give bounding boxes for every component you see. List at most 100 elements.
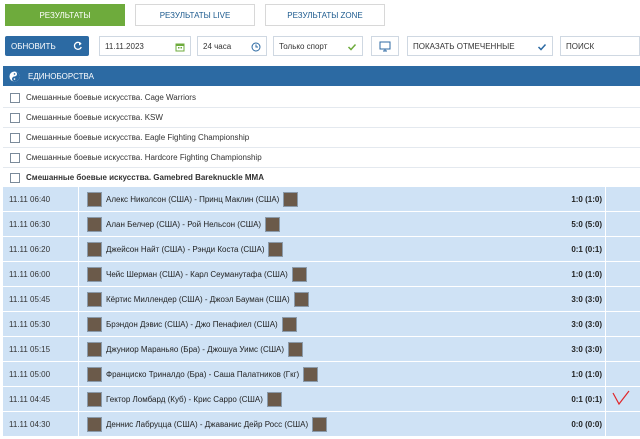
event-match[interactable]: Брэндон Дэвис (США) - Джо Пенафиел (США) xyxy=(83,315,301,333)
category-item[interactable]: Смешанные боевые искусства. Eagle Fighti… xyxy=(3,128,640,148)
event-time: 11.11 05:15 xyxy=(9,345,51,354)
date-picker[interactable]: 11.11.2023 xyxy=(99,36,191,56)
event-score: 1:0 (1:0) xyxy=(571,195,602,204)
fighter-avatar xyxy=(288,341,304,357)
fighter-avatar xyxy=(87,316,102,332)
search-placeholder: ПОИСК xyxy=(566,41,595,51)
fighter-avatar xyxy=(265,216,281,232)
category-label: Смешанные боевые искусства. KSW xyxy=(26,113,163,122)
fighter-avatar xyxy=(87,391,102,407)
table-row[interactable]: 11.11 05:45 Кёртис Миллендер (США) - Джо… xyxy=(3,287,640,312)
category-checkbox[interactable] xyxy=(10,172,20,183)
event-time: 11.11 04:30 xyxy=(9,420,51,429)
match-name: Франциско Триналдо (Бра) - Саша Палатник… xyxy=(106,369,300,379)
event-list: 11.11 06:40 Алекс Николсон (США) - Принц… xyxy=(3,187,640,437)
category-checkbox[interactable] xyxy=(10,132,20,143)
category-label: Смешанные боевые искусства. Cage Warrior… xyxy=(26,93,196,102)
category-item[interactable]: Смешанные боевые искусства. Cage Warrior… xyxy=(3,88,640,108)
monitor-icon xyxy=(379,41,391,51)
table-row[interactable]: 11.11 05:15 Джуниор Мараньяо (Бра) - Джо… xyxy=(3,337,640,362)
event-time: 11.11 06:00 xyxy=(9,270,51,279)
calendar-icon xyxy=(175,43,185,52)
table-row[interactable]: 11.11 05:30 Брэндон Дэвис (США) - Джо Пе… xyxy=(3,312,640,337)
event-match[interactable]: Алан Белчер (США) - Рой Нельсон (США) xyxy=(83,215,284,233)
column-divider xyxy=(78,412,79,436)
event-time: 11.11 04:45 xyxy=(9,395,51,404)
column-divider xyxy=(78,237,79,261)
category-checkbox[interactable] xyxy=(10,112,20,123)
refresh-icon xyxy=(73,41,82,50)
fighter-avatar xyxy=(281,316,297,332)
event-match[interactable]: Алекс Николсон (США) - Принц Маклин (США… xyxy=(83,190,302,208)
event-time: 11.11 06:40 xyxy=(9,195,51,204)
event-time: 11.11 06:30 xyxy=(9,220,51,229)
tab-results-zone[interactable]: РЕЗУЛЬТАТЫ ZONE xyxy=(265,4,385,26)
event-score: 1:0 (1:0) xyxy=(571,270,602,279)
column-divider xyxy=(78,262,79,286)
category-label: Смешанные боевые искусства. Hardcore Fig… xyxy=(26,153,262,162)
refresh-button[interactable]: ОБНОВИТЬ xyxy=(5,36,89,56)
category-item[interactable]: Смешанные боевые искусства. Gamebred Bar… xyxy=(3,168,640,188)
event-time: 11.11 05:45 xyxy=(9,295,51,304)
sport-value: Только спорт xyxy=(279,41,328,51)
column-divider xyxy=(605,187,606,211)
fighter-avatar xyxy=(87,266,102,282)
event-time: 11.11 05:30 xyxy=(9,320,51,329)
column-divider xyxy=(78,362,79,386)
event-score: 0:1 (0:1) xyxy=(571,395,602,404)
fighter-avatar xyxy=(266,391,282,407)
event-match[interactable]: Деннис Лабруцца (США) - Джаванис Дейр Ро… xyxy=(83,415,331,433)
column-divider xyxy=(605,212,606,236)
table-row[interactable]: 11.11 04:45 Гектор Ломбард (Куб) - Крис … xyxy=(3,387,640,412)
column-divider xyxy=(78,212,79,236)
event-score: 0:0 (0:0) xyxy=(571,420,602,429)
section-header[interactable]: ЕДИНОБОРСТВА xyxy=(3,66,640,86)
table-row[interactable]: 11.11 05:00 Франциско Триналдо (Бра) - С… xyxy=(3,362,640,387)
tab-results-live[interactable]: РЕЗУЛЬТАТЫ LIVE xyxy=(135,4,255,26)
column-divider xyxy=(605,412,606,436)
event-score: 3:0 (3:0) xyxy=(571,295,602,304)
event-match[interactable]: Чейс Шерман (США) - Карл Сеуманутафа (СШ… xyxy=(83,265,311,283)
column-divider xyxy=(605,262,606,286)
match-name: Деннис Лабруцца (США) - Джаванис Дейр Ро… xyxy=(106,419,309,429)
table-row[interactable]: 11.11 06:00 Чейс Шерман (США) - Карл Сеу… xyxy=(3,262,640,287)
date-value: 11.11.2023 xyxy=(105,41,144,51)
event-match[interactable]: Франциско Триналдо (Бра) - Саша Палатник… xyxy=(83,365,322,383)
tab-results[interactable]: РЕЗУЛЬТАТЫ xyxy=(5,4,125,26)
table-row[interactable]: 11.11 06:20 Джейсон Найт (США) - Рэнди К… xyxy=(3,237,640,262)
column-divider xyxy=(605,312,606,336)
event-time: 11.11 05:00 xyxy=(9,370,51,379)
table-row[interactable]: 11.11 04:30 Деннис Лабруцца (США) - Джав… xyxy=(3,412,640,437)
event-match[interactable]: Кёртис Миллендер (США) - Джоэл Бауман (С… xyxy=(83,290,313,308)
category-checkbox[interactable] xyxy=(10,92,20,103)
event-score: 3:0 (3:0) xyxy=(571,320,602,329)
column-divider xyxy=(78,287,79,311)
event-score: 3:0 (3:0) xyxy=(571,345,602,354)
category-checkbox[interactable] xyxy=(10,152,20,163)
fighter-avatar xyxy=(293,291,309,307)
period-select[interactable]: 24 часа xyxy=(197,36,267,56)
sport-filter[interactable]: Только спорт xyxy=(273,36,363,56)
event-match[interactable]: Джейсон Найт (США) - Рэнди Коста (США) xyxy=(83,240,287,258)
category-item[interactable]: Смешанные боевые искусства. KSW xyxy=(3,108,640,128)
show-marked-toggle[interactable]: ПОКАЗАТЬ ОТМЕЧЕННЫЕ xyxy=(407,36,553,56)
search-input[interactable]: ПОИСК xyxy=(560,36,640,56)
column-divider xyxy=(78,187,79,211)
category-item[interactable]: Смешанные боевые искусства. Hardcore Fig… xyxy=(3,148,640,168)
table-row[interactable]: 11.11 06:30 Алан Белчер (США) - Рой Нель… xyxy=(3,212,640,237)
fighter-avatar xyxy=(87,291,102,307)
fighter-avatar xyxy=(283,191,299,207)
show-marked-label: ПОКАЗАТЬ ОТМЕЧЕННЫЕ xyxy=(413,41,515,51)
event-match[interactable]: Джуниор Мараньяо (Бра) - Джошуа Уимс (СШ… xyxy=(83,340,307,358)
fighter-avatar xyxy=(268,241,284,257)
match-name: Кёртис Миллендер (США) - Джоэл Бауман (С… xyxy=(106,294,290,304)
category-label: Смешанные боевые искусства. Gamebred Bar… xyxy=(26,173,264,182)
check-icon xyxy=(347,43,357,51)
table-row[interactable]: 11.11 06:40 Алекс Николсон (США) - Принц… xyxy=(3,187,640,212)
fighter-avatar xyxy=(87,216,102,232)
event-match[interactable]: Гектор Ломбард (Куб) - Крис Сарро (США) xyxy=(83,390,286,408)
display-mode-button[interactable] xyxy=(371,36,399,56)
match-name: Алекс Николсон (США) - Принц Маклин (США… xyxy=(106,194,280,204)
fighter-avatar xyxy=(312,416,328,432)
check-icon xyxy=(537,43,547,51)
